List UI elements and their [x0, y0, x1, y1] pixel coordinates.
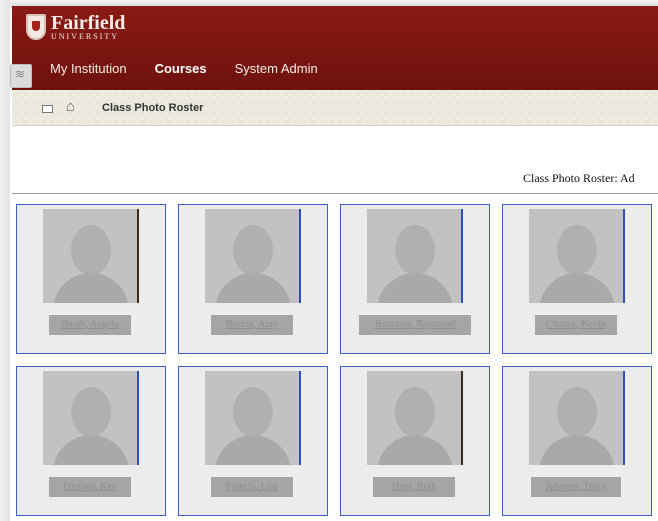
student-photo[interactable]: [205, 371, 301, 465]
student-card: Chance, Kevin: [502, 204, 652, 354]
menu-toggle-icon[interactable]: [10, 64, 32, 88]
student-name-link[interactable]: Fontana, Ken: [49, 477, 131, 497]
student-card: Fontana, Ken: [16, 366, 166, 516]
breadcrumb-current: Class Photo Roster: [102, 102, 204, 114]
student-name-link[interactable]: Bourassa, Raymond: [359, 315, 471, 335]
student-name-link[interactable]: Chance, Kevin: [535, 315, 617, 335]
student-name-link[interactable]: Booth, Angela: [49, 315, 131, 335]
student-name-link[interactable]: Boccia, Amy: [211, 315, 293, 335]
breadcrumb: ⌂ Class Photo Roster: [12, 90, 658, 126]
student-card: Hunt, Ruth: [340, 366, 490, 516]
tab-courses[interactable]: Courses: [155, 61, 207, 76]
student-card: Boccia, Amy: [178, 204, 328, 354]
main-content: Class Photo Roster: Ad Booth, Angela Boc…: [12, 127, 658, 521]
student-card: Johnson, Tracy: [502, 366, 652, 516]
student-name-link[interactable]: Hunt, Ruth: [373, 477, 455, 497]
student-photo[interactable]: [367, 209, 463, 303]
window-icon[interactable]: [42, 105, 53, 113]
logo-name: Fairfield: [51, 12, 126, 34]
student-name-link[interactable]: Johnson, Tracy: [531, 477, 621, 497]
tab-my-institution[interactable]: My Institution: [50, 61, 127, 76]
student-photo[interactable]: [205, 209, 301, 303]
student-card: Bourassa, Raymond: [340, 204, 490, 354]
site-header: Fairfield UNIVERSITY My Institution Cour…: [12, 6, 658, 90]
logo-subtitle: UNIVERSITY: [51, 32, 119, 41]
student-photo[interactable]: [43, 209, 139, 303]
home-icon[interactable]: ⌂: [66, 98, 75, 115]
student-card: Booth, Angela: [16, 204, 166, 354]
window-left-edge: [0, 0, 10, 521]
roster-title: Class Photo Roster: Ad: [523, 171, 635, 185]
student-photo[interactable]: [529, 371, 625, 465]
student-photo[interactable]: [367, 371, 463, 465]
student-photo[interactable]: [43, 371, 139, 465]
divider: [12, 193, 658, 194]
student-name-link[interactable]: Francis, Lisa: [211, 477, 293, 497]
tab-system-admin[interactable]: System Admin: [235, 61, 318, 76]
crest-icon: [26, 14, 46, 40]
student-photo[interactable]: [529, 209, 625, 303]
main-nav: My Institution Courses System Admin: [50, 61, 346, 76]
student-card: Francis, Lisa: [178, 366, 328, 516]
fairfield-logo[interactable]: Fairfield UNIVERSITY: [26, 12, 126, 42]
